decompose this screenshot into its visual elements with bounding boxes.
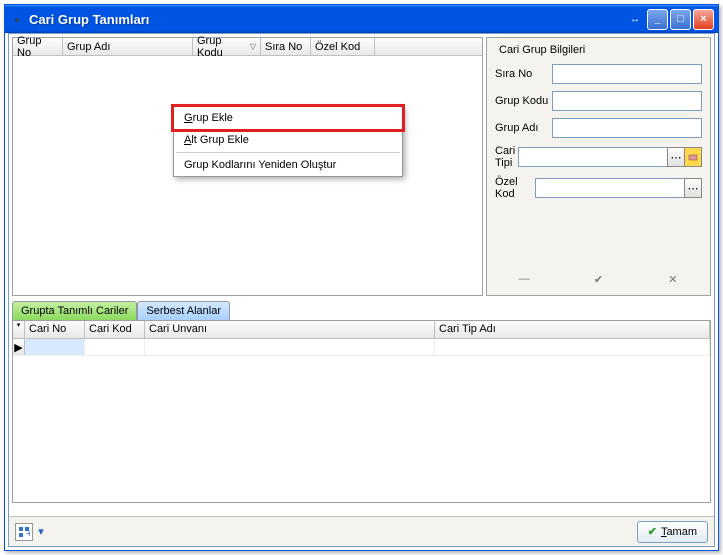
col-grup-adi[interactable]: Grup Adı [63,38,193,55]
label-cari-tipi: Cari Tipi [495,145,518,169]
confirm-button[interactable]: ✔ [586,269,610,289]
window-body: Grup No Grup Adı Grup Kodu▽ Sıra No Özel… [8,33,715,547]
tab-grupta-tanimli[interactable]: Grupta Tanımlı Cariler [12,301,137,320]
ok-button-label: Tamam [661,526,697,538]
row-pointer-icon: ▶ [13,339,25,355]
input-cari-tipi[interactable] [518,147,668,167]
col-cari-kod[interactable]: Cari Kod [85,321,145,338]
menu-grup-ekle[interactable]: Grup Ekle [171,104,405,132]
detail-panel: Cari Grup Bilgileri Sıra No Grup Kodu Gr… [486,37,711,296]
cell-cari-kod[interactable] [85,339,145,355]
titlebar-arrow-icon: ↔ [627,14,643,25]
detail-panel-title: Cari Grup Bilgileri [495,44,702,56]
menu-regen-codes[interactable]: Grup Kodlarını Yeniden Oluştur [174,154,402,176]
col-grup-kodu[interactable]: Grup Kodu▽ [193,38,261,55]
tools-button[interactable]: + [15,523,33,541]
cancel-button[interactable]: ✕ [661,269,685,289]
upper-split: Grup No Grup Adı Grup Kodu▽ Sıra No Özel… [9,34,714,299]
sort-indicator-icon: ▽ [250,42,256,51]
remove-button[interactable]: — [512,269,536,289]
app-icon [9,11,25,27]
col-cari-unvani[interactable]: Cari Unvanı [145,321,435,338]
label-ozel-kod: Özel Kod [495,176,535,200]
context-menu: Grup Ekle Alt Grup Ekle Grup Kodlarını Y… [173,106,403,177]
cell-cari-no[interactable] [25,339,85,355]
tab-serbest-alanlar[interactable]: Serbest Alanlar [137,301,230,320]
check-icon: ✔ [648,525,657,538]
lower-tabs: Grupta Tanımlı Cariler Serbest Alanlar [12,301,711,320]
input-ozel-kod[interactable] [535,178,685,198]
eraser-icon [688,152,698,162]
dropdown-icon: ▾ [38,525,44,538]
cari-tipi-lookup-button[interactable]: ⋯ [667,147,685,167]
ok-button[interactable]: ✔ Tamam [637,521,708,543]
detail-actions: — ✔ ✕ [487,269,710,289]
titlebar[interactable]: Cari Grup Tanımları ↔ _ □ × [5,5,718,33]
col-cari-no[interactable]: Cari No [25,321,85,338]
minimize-button[interactable]: _ [647,9,668,30]
label-grup-adi: Grup Adı [495,122,552,134]
minus-icon: — [519,273,530,285]
cell-cari-unvani[interactable] [145,339,435,355]
col-sira-no[interactable]: Sıra No [261,38,311,55]
col-ozel-kod[interactable]: Özel Kod [311,38,375,55]
dropdown-icon: ▾ [13,321,24,329]
cross-icon: ✕ [668,273,677,286]
check-icon: ✔ [594,273,603,286]
input-grup-adi[interactable] [552,118,702,138]
col-cari-tip-adi[interactable]: Cari Tip Adı [435,321,710,338]
main-window: Cari Grup Tanımları ↔ _ □ × Grup No Grup… [4,4,719,551]
cari-grid-headers: ▾ Cari No Cari Kod Cari Unvanı Cari Tip … [13,321,710,339]
grid-header-row: Grup No Grup Adı Grup Kodu▽ Sıra No Özel… [13,38,482,56]
tools-icon: + [18,526,30,538]
label-sira-no: Sıra No [495,68,552,80]
input-grup-kodu[interactable] [552,91,702,111]
ellipsis-icon: ⋯ [671,151,682,164]
svg-text:+: + [26,528,30,538]
cari-tipi-clear-button[interactable] [684,147,702,167]
col-grup-no[interactable]: Grup No [13,38,63,55]
maximize-button[interactable]: □ [670,9,691,30]
cari-grid[interactable]: ▾ Cari No Cari Kod Cari Unvanı Cari Tip … [12,320,711,503]
cell-cari-tip-adi[interactable] [435,339,710,355]
row-indicator-header[interactable]: ▾ [13,321,25,338]
ozel-kod-lookup-button[interactable]: ⋯ [684,178,702,198]
tools-dropdown-button[interactable]: ▾ [35,523,47,541]
close-button[interactable]: × [693,9,714,30]
group-tree-grid[interactable]: Grup No Grup Adı Grup Kodu▽ Sıra No Özel… [12,37,483,296]
window-title: Cari Grup Tanımları [29,12,627,27]
ellipsis-icon: ⋯ [688,182,699,195]
input-sira-no[interactable] [552,64,702,84]
menu-separator [176,152,400,153]
menu-alt-grup-ekle[interactable]: Alt Grup Ekle [174,129,402,151]
table-row[interactable]: ▶ [13,339,710,356]
label-grup-kodu: Grup Kodu [495,95,552,107]
bottom-bar: + ▾ ✔ Tamam [9,516,714,546]
